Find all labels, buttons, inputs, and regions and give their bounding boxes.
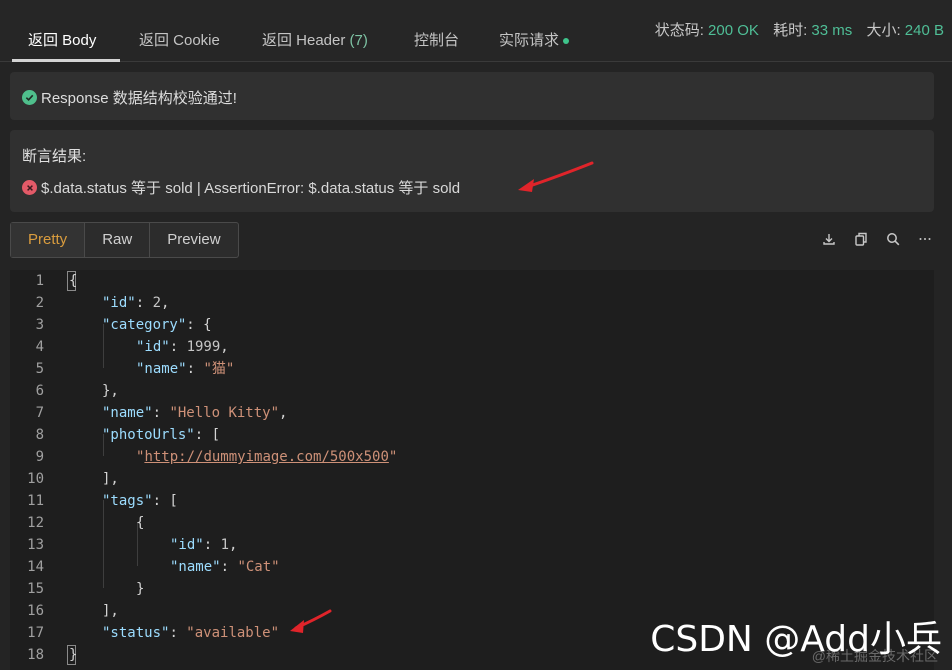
- status-code-label: 状态码:: [654, 22, 704, 39]
- copy-icon[interactable]: [852, 230, 870, 248]
- status-dot-icon: [563, 38, 570, 45]
- response-tabbar: 返回 Body 返回 Cookie 返回 Header (7) 控制台 实际请求…: [0, 0, 952, 62]
- download-icon[interactable]: [820, 230, 838, 248]
- size-label: 大小:: [866, 22, 901, 39]
- indent-guide: [103, 500, 104, 588]
- view-mode-toggle: Pretty Raw Preview: [10, 222, 239, 258]
- search-icon[interactable]: [884, 230, 902, 248]
- response-stats: 状态码: 200 OK 耗时: 33 ms 大小: 240 B: [655, 19, 944, 40]
- header-count-badge: (7): [349, 32, 368, 49]
- error-circle-icon: [22, 180, 37, 195]
- view-preview-button[interactable]: Preview: [150, 223, 237, 257]
- schema-validation-message: Response 数据结构校验通过!: [41, 90, 237, 107]
- tab-actual-request-label: 实际请求: [499, 32, 560, 49]
- duration-value: 33 ms: [811, 22, 853, 39]
- active-tab-indicator: [12, 59, 120, 62]
- assertion-panel: 断言结果: $.data.status 等于 sold | AssertionE…: [10, 130, 934, 212]
- tab-header-label: 返回 Header: [262, 32, 346, 49]
- view-raw-button[interactable]: Raw: [85, 223, 151, 257]
- tab-body[interactable]: 返回 Body: [28, 29, 96, 50]
- tab-cookie[interactable]: 返回 Cookie: [139, 29, 220, 50]
- duration-label: 耗时:: [773, 22, 808, 39]
- check-circle-icon: [22, 90, 37, 105]
- size-value: 240 B: [904, 22, 944, 39]
- watermark: CSDN @Add小兵: [650, 619, 942, 660]
- assertion-message: $.data.status 等于 sold | AssertionError: …: [41, 180, 461, 197]
- more-icon[interactable]: [916, 230, 934, 248]
- schema-validation-panel: Response 数据结构校验通过!: [10, 72, 934, 120]
- photo-url-link[interactable]: http://dummyimage.com/500x500: [144, 449, 388, 465]
- annotation-arrow-icon: [290, 609, 332, 633]
- tab-actual-request[interactable]: 实际请求: [499, 29, 570, 50]
- status-code-value: 200 OK: [708, 22, 759, 39]
- body-toolbar: [820, 230, 934, 248]
- tab-header[interactable]: 返回 Header (7): [262, 29, 368, 50]
- view-pretty-button[interactable]: Pretty: [11, 223, 86, 257]
- assertion-title: 断言结果:: [22, 148, 87, 165]
- tab-console[interactable]: 控制台: [414, 29, 459, 50]
- annotation-arrow-icon: [518, 161, 594, 192]
